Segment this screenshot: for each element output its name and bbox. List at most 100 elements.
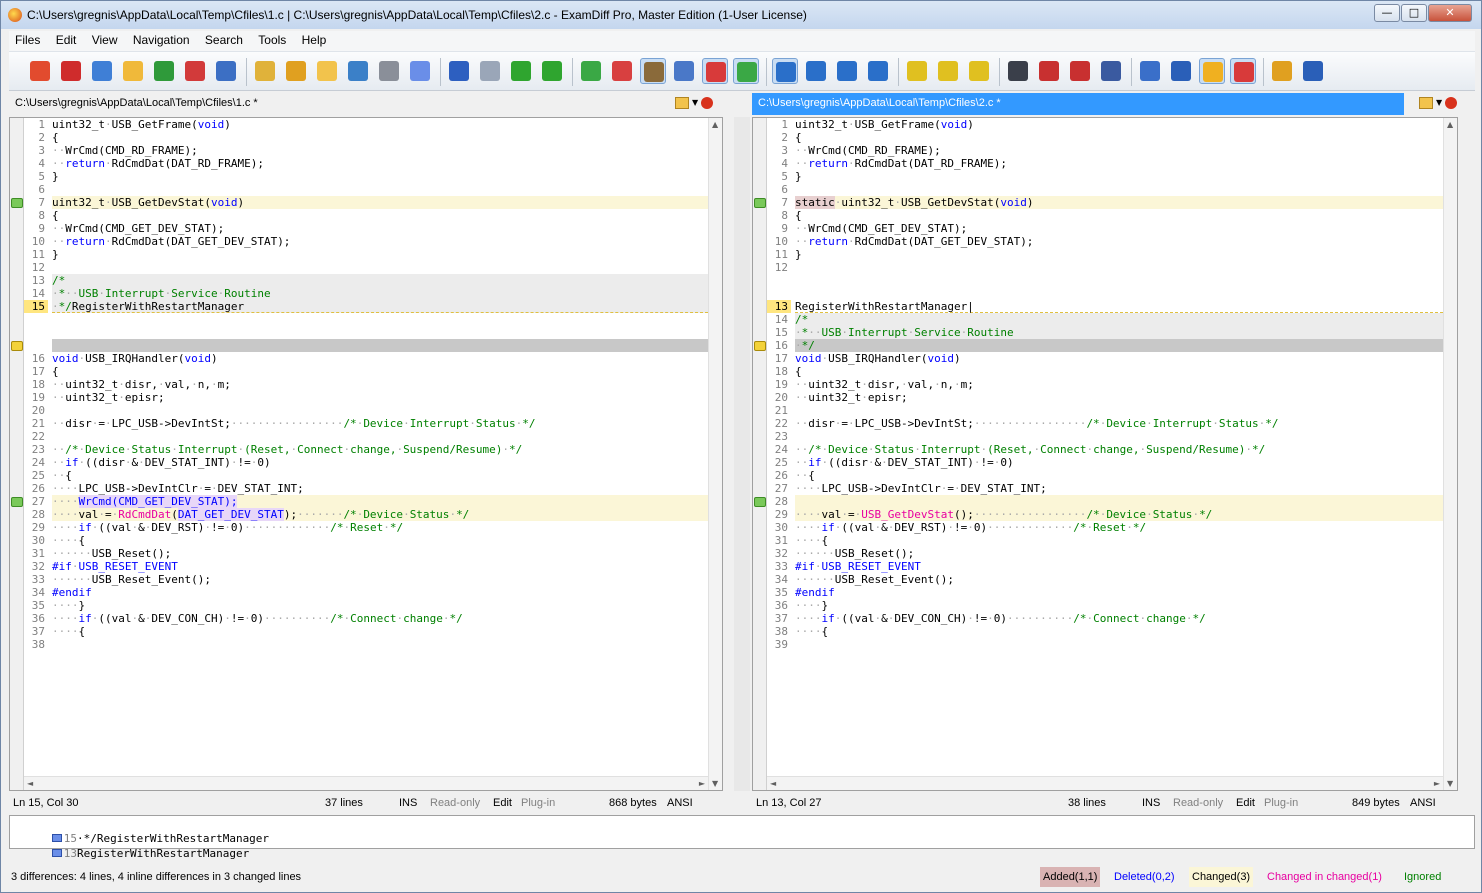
right-file-path[interactable]: C:\Users\gregnis\AppData\Local\Temp\Cfil…	[752, 93, 1404, 115]
redo-icon[interactable]	[477, 58, 503, 84]
right-gutter[interactable]	[753, 118, 767, 790]
menu-view[interactable]: View	[86, 31, 124, 49]
edit-left-icon[interactable]	[252, 58, 278, 84]
dropdown-arrow-icon[interactable]: ▼	[692, 98, 698, 107]
binary-icon[interactable]	[1300, 58, 1326, 84]
next-arrow-icon[interactable]	[508, 58, 534, 84]
find-icon[interactable]	[1005, 58, 1031, 84]
filter-icon[interactable]	[772, 58, 798, 84]
merge-left-icon[interactable]	[314, 58, 340, 84]
diff-arrow-icon[interactable]	[754, 198, 766, 208]
left-status-bar: Ln 15, Col 30 37 lines INS Read-only Edi…	[9, 793, 731, 813]
filter4-icon[interactable]	[865, 58, 891, 84]
view-horizontal-icon[interactable]	[578, 58, 604, 84]
menu-edit[interactable]: Edit	[50, 31, 83, 49]
find-prev-icon-glyph	[1070, 61, 1090, 81]
cherries-icon[interactable]	[701, 97, 713, 109]
diff-arrow-icon[interactable]	[754, 341, 766, 351]
view-red-icon[interactable]	[609, 58, 635, 84]
compare-icon[interactable]	[27, 58, 53, 84]
next-diff-icon[interactable]	[966, 58, 992, 84]
legend-ignored: Ignored	[1404, 871, 1442, 883]
view-columns-icon[interactable]	[640, 58, 666, 84]
view-grid-icon[interactable]	[671, 58, 697, 84]
scroll-down-icon[interactable]: ▼	[1447, 779, 1453, 788]
save-all-icon[interactable]	[213, 58, 239, 84]
left-code-lines[interactable]: 1 uint32_t·USB_GetFrame(void) 2{ 3 ··WrCmd…	[24, 118, 708, 651]
left-code-pane[interactable]: 1 uint32_t·USB_GetFrame(void) 2{ 3 ··WrCmd…	[9, 117, 723, 791]
print-preview-icon[interactable]	[407, 58, 433, 84]
menu-files[interactable]: Files	[9, 31, 46, 49]
next-arrow-icon-glyph	[511, 61, 531, 81]
pane-splitter[interactable]	[734, 117, 750, 791]
menu-tools[interactable]: Tools	[252, 31, 292, 49]
cherries-icon[interactable]	[1445, 97, 1457, 109]
minimize-button[interactable]: —	[1374, 4, 1400, 22]
right-status-bar: Ln 13, Col 27 38 lines INS Read-only Edi…	[752, 793, 1458, 813]
encoding: ANSI	[667, 797, 693, 809]
folder-menu-icon[interactable]	[1419, 97, 1433, 109]
scroll-left-icon[interactable]: ◄	[27, 779, 33, 788]
line-compare-panel[interactable]: 15·*/RegisterWithRestartManager 13Regist…	[9, 815, 1475, 860]
find-next-icon[interactable]	[1036, 58, 1062, 84]
diff-arrow-icon[interactable]	[11, 341, 23, 351]
prev-arrow-icon[interactable]	[539, 58, 565, 84]
save-right-icon-glyph	[185, 61, 205, 81]
right-code-lines[interactable]: 1 uint32_t·USB_GetFrame(void) 2{ 3 ··WrCmd…	[767, 118, 1443, 651]
left-gutter[interactable]	[10, 118, 24, 790]
merge-right-icon-glyph	[348, 61, 368, 81]
scroll-right-icon[interactable]: ►	[699, 779, 705, 788]
close-button[interactable]: ✕	[1428, 4, 1472, 22]
find-prev-icon[interactable]	[1067, 58, 1093, 84]
left-vertical-scrollbar[interactable]: ▲ ▼	[708, 118, 722, 790]
dropdown-arrow-icon[interactable]: ▼	[1436, 98, 1442, 107]
filter2-icon[interactable]	[803, 58, 829, 84]
save-left-icon[interactable]	[151, 58, 177, 84]
scroll-up-icon[interactable]: ▲	[712, 120, 718, 129]
plugin-indicator: Plug-in	[1264, 797, 1299, 809]
encoding: ANSI	[1410, 797, 1436, 809]
left-horizontal-scrollbar[interactable]: ◄ ►	[24, 776, 708, 790]
maximize-button[interactable]: □	[1401, 4, 1427, 22]
scroll-down-icon[interactable]: ▼	[712, 779, 718, 788]
print-icon[interactable]	[376, 58, 402, 84]
right-horizontal-scrollbar[interactable]: ◄ ►	[767, 776, 1443, 790]
right-code-pane[interactable]: 1 uint32_t·USB_GetFrame(void) 2{ 3 ··WrCmd…	[752, 117, 1458, 791]
legend-added: Added(1,1)	[1040, 867, 1101, 887]
edit-right-icon[interactable]	[283, 58, 309, 84]
filter3-icon-glyph	[837, 61, 857, 81]
menu-help[interactable]: Help	[296, 31, 333, 49]
diff-arrow-icon[interactable]	[11, 497, 23, 507]
merge-right-icon[interactable]	[345, 58, 371, 84]
save-left-icon-glyph	[154, 61, 174, 81]
filter2-icon-glyph	[806, 61, 826, 81]
current-diff-icon[interactable]	[935, 58, 961, 84]
cherries-icon[interactable]	[58, 58, 84, 84]
list-icon[interactable]	[1137, 58, 1163, 84]
filter3-icon[interactable]	[834, 58, 860, 84]
text-lines-icon[interactable]	[1168, 58, 1194, 84]
edit-options-icon[interactable]	[1230, 58, 1256, 84]
diff-arrow-icon[interactable]	[754, 497, 766, 507]
open-folder-icon[interactable]	[120, 58, 146, 84]
diff-arrow-icon[interactable]	[11, 198, 23, 208]
scroll-left-icon[interactable]: ◄	[770, 779, 776, 788]
prev-diff-icon[interactable]	[904, 58, 930, 84]
save-right-icon[interactable]	[182, 58, 208, 84]
scroll-right-icon[interactable]: ►	[1434, 779, 1440, 788]
undo-icon[interactable]	[446, 58, 472, 84]
left-file-path[interactable]: C:\Users\gregnis\AppData\Local\Temp\Cfil…	[9, 93, 731, 115]
checkmark-icon[interactable]	[733, 58, 759, 84]
show-diff-icon[interactable]	[702, 58, 728, 84]
settings-icon[interactable]	[1269, 58, 1295, 84]
menu-search[interactable]: Search	[199, 31, 249, 49]
highlight-icon[interactable]	[1199, 58, 1225, 84]
menu-navigation[interactable]: Navigation	[127, 31, 196, 49]
right-vertical-scrollbar[interactable]: ▲ ▼	[1443, 118, 1457, 790]
scroll-up-icon[interactable]: ▲	[1447, 120, 1453, 129]
toolbar-separator	[766, 58, 767, 86]
recompare-icon[interactable]	[89, 58, 115, 84]
folder-menu-icon[interactable]	[675, 97, 689, 109]
legend-changed: Changed(3)	[1189, 867, 1254, 887]
replace-icon[interactable]	[1098, 58, 1124, 84]
